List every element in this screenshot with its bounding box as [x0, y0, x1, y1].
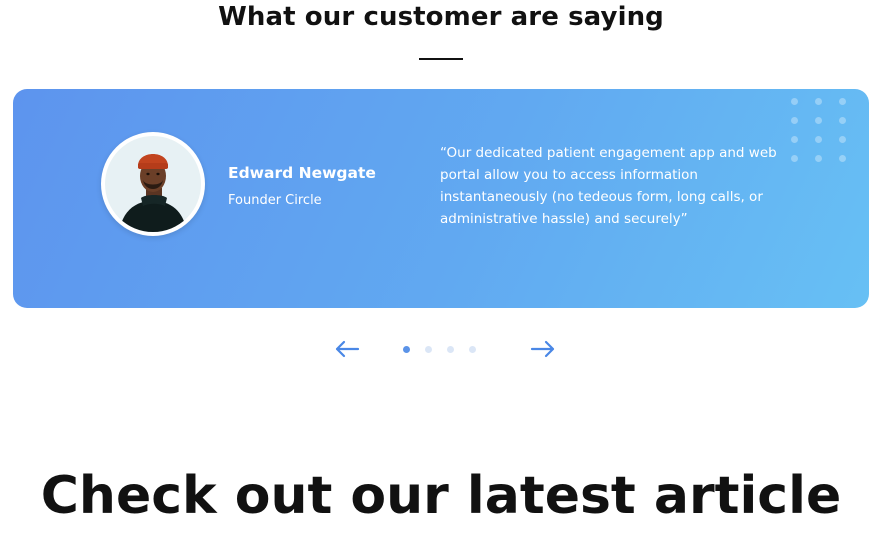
testimonial-quote: “Our dedicated patient engagement app an… — [440, 145, 777, 227]
slide-dot-1[interactable] — [403, 346, 410, 353]
person-photo — [105, 136, 201, 232]
next-slide-button[interactable] — [529, 336, 557, 362]
testimonial-author-name: Edward Newgate — [228, 164, 376, 182]
testimonial-slider-controls — [333, 336, 558, 362]
testimonial-author-role: Founder Circle — [228, 193, 322, 208]
latest-articles-title: Check out our latest article — [40, 466, 842, 526]
decorative-dot-grid — [791, 98, 863, 178]
avatar — [101, 132, 205, 236]
slide-dot-2[interactable] — [425, 346, 432, 353]
avatar-illustration — [105, 136, 201, 232]
arrow-right-icon — [530, 340, 555, 358]
previous-slide-button[interactable] — [333, 336, 361, 362]
slide-dot-4[interactable] — [469, 346, 476, 353]
page: What our customer are saying Edward Newg… — [0, 0, 890, 542]
title-underline — [419, 58, 463, 60]
slide-dot-3[interactable] — [447, 346, 454, 353]
arrow-left-icon — [335, 340, 360, 358]
testimonials-title: What our customer are saying — [218, 2, 664, 32]
testimonial-card: Edward Newgate Founder Circle “Our dedic… — [13, 89, 869, 308]
